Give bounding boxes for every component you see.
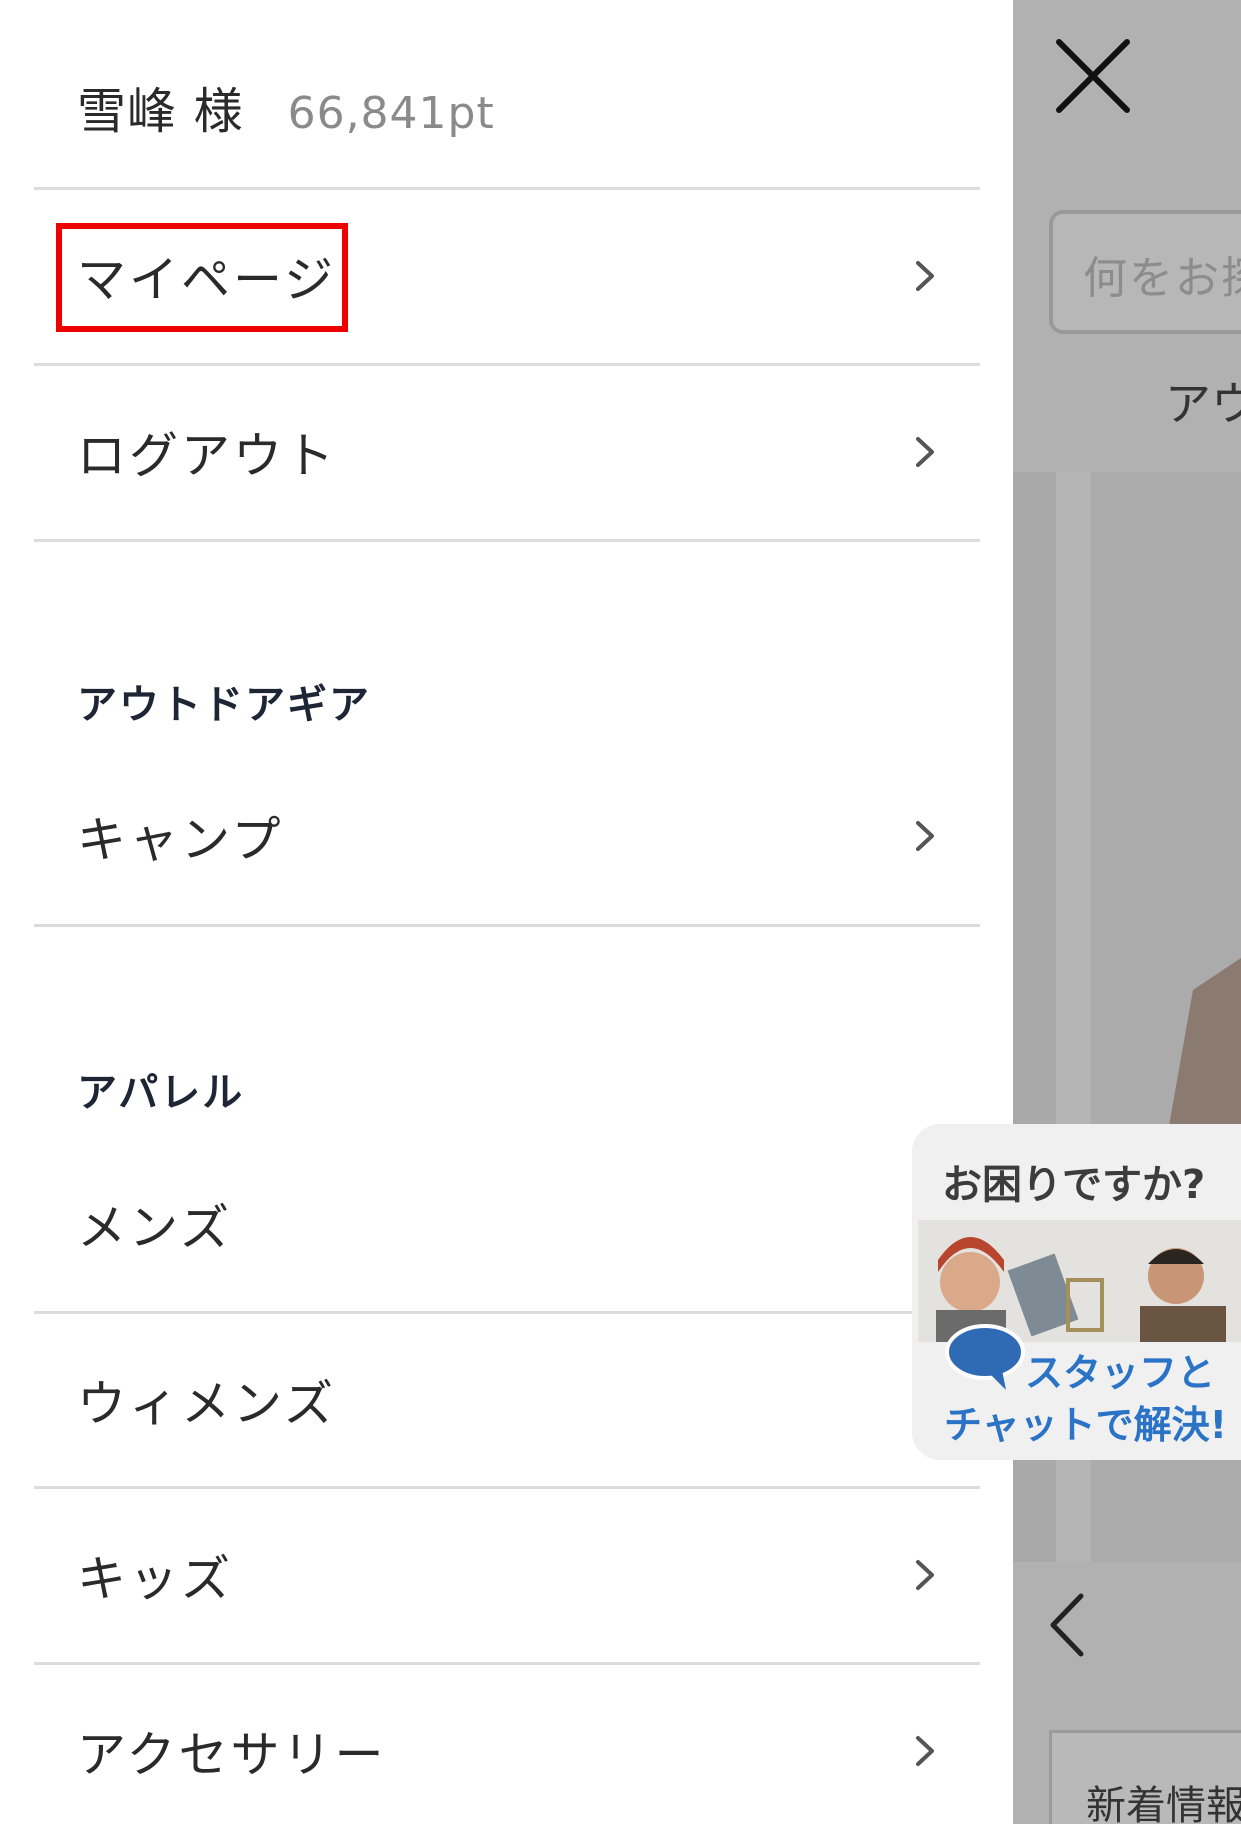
menu-item-accessories[interactable]: アクセサリー: [0, 1665, 980, 1824]
divider: [34, 539, 980, 542]
section-heading-apparel: アパレル: [77, 1070, 245, 1116]
highlight-box: [56, 223, 348, 332]
chevron-right-icon: [906, 257, 944, 295]
background-page: 何をお探 アウ 新着情報: [1013, 0, 1241, 1824]
menu-item-label: アクセサリー: [77, 1726, 387, 1784]
user-points: 66,841pt: [287, 88, 495, 139]
menu-item-logout[interactable]: ログアウト: [0, 366, 980, 538]
menu-item-label: ログアウト: [77, 427, 338, 485]
user-info: 雪峰 様 66,841pt: [77, 72, 495, 140]
chat-bubble-icon: [945, 1324, 1025, 1390]
chat-widget-title: お困りですか?: [942, 1162, 1206, 1208]
carousel-prev-button[interactable]: [1037, 1590, 1097, 1660]
chat-widget-line1: スタッフと: [1025, 1351, 1216, 1395]
menu-item-camp[interactable]: キャンプ: [0, 750, 980, 922]
staff-chat-widget[interactable]: お困りですか? スタッフと チャットで解決!: [912, 1124, 1241, 1460]
search-input[interactable]: 何をお探: [1049, 210, 1241, 334]
close-icon: [1056, 39, 1130, 113]
search-placeholder: 何をお探: [1083, 253, 1241, 304]
chevron-right-icon: [906, 433, 944, 471]
close-drawer-button[interactable]: [1053, 36, 1133, 116]
side-drawer-menu: 雪峰 様 66,841pt マイページ ログアウト アウトドアギア キャンプ ア…: [0, 0, 1013, 1824]
news-tab[interactable]: 新着情報: [1049, 1730, 1241, 1824]
divider: [34, 924, 980, 927]
menu-item-kids[interactable]: キッズ: [0, 1489, 980, 1661]
chevron-right-icon: [906, 1556, 944, 1594]
chevron-right-icon: [906, 817, 944, 855]
menu-item-womens[interactable]: ウィメンズ: [0, 1314, 980, 1486]
user-name: 雪峰 様: [77, 83, 244, 140]
menu-item-mens[interactable]: メンズ: [0, 1138, 980, 1310]
news-tab-label: 新着情報: [1086, 1783, 1241, 1824]
menu-item-label: メンズ: [77, 1199, 233, 1257]
category-tab[interactable]: アウ: [1165, 368, 1241, 434]
chat-widget-line2: チャットで解決!: [944, 1403, 1227, 1447]
menu-item-label: ウィメンズ: [77, 1375, 337, 1433]
chevron-left-icon: [1050, 1593, 1084, 1657]
menu-item-label: キャンプ: [77, 811, 284, 869]
chevron-right-icon: [906, 1732, 944, 1770]
menu-item-label: キッズ: [77, 1550, 234, 1608]
section-heading-outdoor-gear: アウトドアギア: [77, 682, 371, 728]
